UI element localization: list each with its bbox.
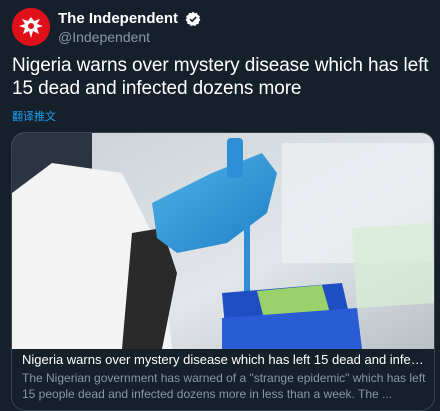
- account-name-block[interactable]: The Independent @Independent: [58, 10, 201, 46]
- card-description: The Nigerian government has warned of a …: [22, 371, 426, 401]
- link-preview-card[interactable]: Nigeria warns over mystery disease which…: [11, 132, 435, 411]
- tweet-text: Nigeria warns over mystery disease which…: [12, 55, 429, 99]
- card-body: Nigeria warns over mystery disease which…: [12, 349, 434, 402]
- lab-pipette-photo-icon: [12, 133, 434, 349]
- translate-tweet-link[interactable]: 翻译推文: [12, 110, 56, 124]
- card-title[interactable]: Nigeria warns over mystery disease which…: [22, 352, 426, 368]
- independent-eagle-logo-icon[interactable]: [12, 8, 50, 46]
- tweet-header: The Independent @Independent: [12, 8, 428, 48]
- verified-badge-icon: [185, 11, 201, 27]
- account-handle[interactable]: @Independent: [58, 28, 201, 46]
- account-display-name[interactable]: The Independent: [58, 10, 178, 28]
